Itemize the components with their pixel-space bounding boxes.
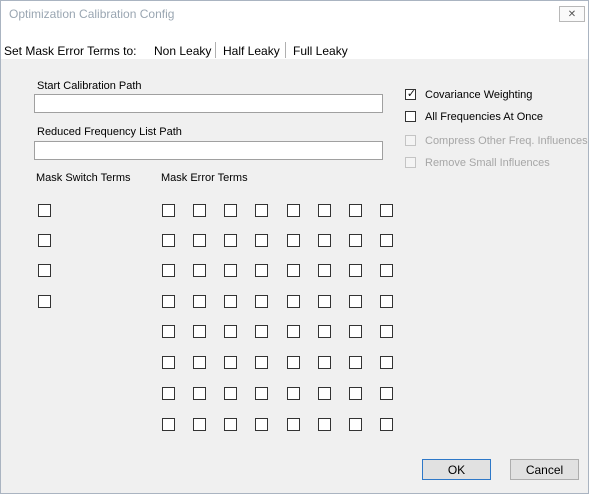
mask-switch-term-checkbox[interactable] — [38, 204, 51, 217]
covariance-weighting-checkbox[interactable]: ✓ — [405, 88, 417, 100]
mask-error-term-checkbox[interactable] — [380, 295, 393, 308]
mask-error-term-checkbox[interactable] — [255, 418, 268, 431]
mask-switch-term-checkbox[interactable] — [38, 234, 51, 247]
mask-error-term-checkbox[interactable] — [162, 204, 175, 217]
mask-error-term-checkbox[interactable] — [255, 325, 268, 338]
close-button[interactable]: ✕ — [559, 6, 585, 22]
mask-error-term-checkbox[interactable] — [349, 325, 362, 338]
mask-error-term-checkbox[interactable] — [349, 234, 362, 247]
mask-error-term-checkbox[interactable] — [162, 418, 175, 431]
mask-error-term-checkbox[interactable] — [287, 234, 300, 247]
mask-error-term-checkbox[interactable] — [224, 295, 237, 308]
mask-error-term-checkbox[interactable] — [224, 356, 237, 369]
mask-error-term-checkbox[interactable] — [287, 325, 300, 338]
mask-error-term-checkbox[interactable] — [380, 204, 393, 217]
mask-error-term-checkbox[interactable] — [349, 264, 362, 277]
mask-error-term-checkbox[interactable] — [287, 418, 300, 431]
mask-error-term-checkbox[interactable] — [287, 356, 300, 369]
mask-error-term-checkbox[interactable] — [318, 264, 331, 277]
config-dialog: Optimization Calibration Config ✕ Set Ma… — [0, 0, 589, 494]
start-calibration-path-label: Start Calibration Path — [37, 80, 142, 92]
mask-error-term-checkbox[interactable] — [349, 204, 362, 217]
mask-error-term-checkbox[interactable] — [287, 387, 300, 400]
mask-error-term-checkbox[interactable] — [193, 204, 206, 217]
mask-error-term-checkbox[interactable] — [318, 295, 331, 308]
half-leaky-link[interactable]: Half Leaky — [223, 44, 280, 58]
remove-small-influences-checkbox[interactable] — [405, 157, 416, 168]
mask-error-term-checkbox[interactable] — [224, 325, 237, 338]
mask-error-term-checkbox[interactable] — [162, 387, 175, 400]
compress-other-freq-influences-label: Compress Other Freq. Influences — [425, 135, 588, 147]
mask-error-term-checkbox[interactable] — [162, 325, 175, 338]
mask-error-term-checkbox[interactable] — [349, 295, 362, 308]
non-leaky-link[interactable]: Non Leaky — [154, 44, 211, 58]
mask-error-term-checkbox[interactable] — [255, 295, 268, 308]
mask-error-term-checkbox[interactable] — [318, 234, 331, 247]
mask-switch-term-checkbox[interactable] — [38, 264, 51, 277]
mask-error-term-checkbox[interactable] — [224, 264, 237, 277]
mask-error-term-checkbox[interactable] — [380, 387, 393, 400]
mask-error-term-checkbox[interactable] — [349, 387, 362, 400]
cancel-button[interactable]: Cancel — [510, 459, 579, 480]
mask-error-term-checkbox[interactable] — [318, 418, 331, 431]
mask-error-term-checkbox[interactable] — [162, 264, 175, 277]
all-frequencies-at-once-checkbox[interactable] — [405, 111, 416, 122]
reduced-frequency-list-path-input[interactable] — [34, 141, 383, 160]
mask-error-term-checkbox[interactable] — [255, 234, 268, 247]
mask-error-term-checkbox[interactable] — [287, 204, 300, 217]
mask-preset-bar: Set Mask Error Terms to: Non Leaky Half … — [1, 29, 588, 59]
mask-switch-term-checkbox[interactable] — [38, 295, 51, 308]
mask-error-term-checkbox[interactable] — [162, 356, 175, 369]
mask-error-term-checkbox[interactable] — [193, 295, 206, 308]
mask-error-term-checkbox[interactable] — [255, 387, 268, 400]
mask-error-term-checkbox[interactable] — [162, 234, 175, 247]
mask-error-term-checkbox[interactable] — [193, 325, 206, 338]
mask-error-term-checkbox[interactable] — [193, 234, 206, 247]
mask-error-term-checkbox[interactable] — [255, 264, 268, 277]
mask-error-term-checkbox[interactable] — [255, 204, 268, 217]
mask-error-term-checkbox[interactable] — [193, 418, 206, 431]
mask-preset-label: Set Mask Error Terms to: — [4, 44, 137, 58]
mask-error-term-checkbox[interactable] — [193, 387, 206, 400]
mask-error-term-checkbox[interactable] — [193, 264, 206, 277]
mask-error-term-checkbox[interactable] — [349, 418, 362, 431]
mask-error-term-checkbox[interactable] — [318, 387, 331, 400]
mask-error-term-checkbox[interactable] — [318, 325, 331, 338]
mask-error-term-checkbox[interactable] — [287, 295, 300, 308]
all-frequencies-at-once-label: All Frequencies At Once — [425, 111, 544, 123]
mask-error-term-checkbox[interactable] — [162, 295, 175, 308]
mask-error-term-checkbox[interactable] — [224, 204, 237, 217]
reduced-frequency-list-path-label: Reduced Frequency List Path — [37, 126, 182, 138]
title-bar: Optimization Calibration Config ✕ — [1, 1, 588, 29]
mask-error-term-checkbox[interactable] — [380, 418, 393, 431]
covariance-weighting-label: Covariance Weighting — [425, 89, 533, 101]
mask-switch-terms-label: Mask Switch Terms — [36, 172, 131, 184]
mask-error-term-checkbox[interactable] — [224, 418, 237, 431]
compress-other-freq-influences-checkbox[interactable] — [405, 135, 416, 146]
mask-error-term-checkbox[interactable] — [318, 204, 331, 217]
separator — [215, 42, 216, 58]
mask-error-term-checkbox[interactable] — [224, 234, 237, 247]
mask-error-term-checkbox[interactable] — [380, 234, 393, 247]
remove-small-influences-label: Remove Small Influences — [425, 157, 550, 169]
mask-error-term-checkbox[interactable] — [380, 356, 393, 369]
separator — [285, 42, 286, 58]
ok-button[interactable]: OK — [422, 459, 491, 480]
mask-error-term-checkbox[interactable] — [318, 356, 331, 369]
mask-error-term-checkbox[interactable] — [380, 325, 393, 338]
full-leaky-link[interactable]: Full Leaky — [293, 44, 348, 58]
window-title: Optimization Calibration Config — [9, 7, 175, 21]
mask-error-terms-label: Mask Error Terms — [161, 172, 248, 184]
mask-error-term-checkbox[interactable] — [349, 356, 362, 369]
mask-error-term-checkbox[interactable] — [224, 387, 237, 400]
close-icon: ✕ — [567, 8, 577, 20]
mask-error-term-checkbox[interactable] — [193, 356, 206, 369]
check-icon: ✓ — [406, 88, 417, 100]
mask-error-term-checkbox[interactable] — [255, 356, 268, 369]
mask-error-term-checkbox[interactable] — [380, 264, 393, 277]
mask-error-term-checkbox[interactable] — [287, 264, 300, 277]
start-calibration-path-input[interactable] — [34, 94, 383, 113]
